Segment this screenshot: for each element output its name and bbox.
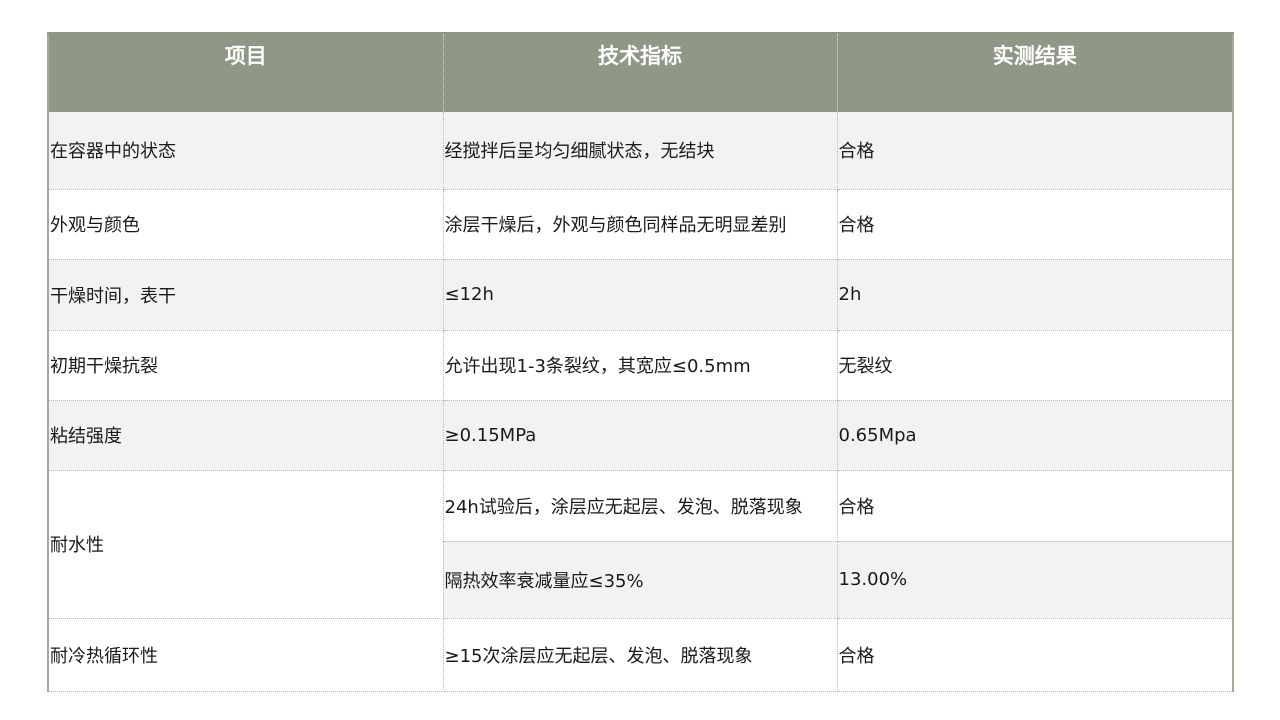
page: 项目 技术指标 实测结果 在容器中的状态 经搅拌后呈均匀细腻状态，无结块 合格 … — [0, 0, 1280, 720]
table-row: 在容器中的状态 经搅拌后呈均匀细腻状态，无结块 合格 — [48, 112, 1233, 190]
row-result: 0.65Mpa — [837, 400, 1233, 471]
row-result: 合格 — [837, 189, 1233, 260]
header-item: 项目 — [48, 32, 444, 112]
table-header-row: 项目 技术指标 实测结果 — [48, 32, 1233, 112]
table-row: 耐冷热循环性 ≥15次涂层应无起层、发泡、脱落现象 合格 — [48, 618, 1233, 692]
row-item: 初期干燥抗裂 — [48, 330, 444, 401]
row-item: 耐冷热循环性 — [48, 618, 444, 692]
row-spec: ≤12h — [443, 259, 838, 331]
row-item: 外观与颜色 — [48, 189, 444, 260]
row-spec: ≥0.15MPa — [443, 400, 838, 471]
row-spec: 涂层干燥后，外观与颜色同样品无明显差别 — [443, 189, 838, 260]
row-spec: ≥15次涂层应无起层、发泡、脱落现象 — [443, 618, 838, 692]
spec-table: 项目 技术指标 实测结果 在容器中的状态 经搅拌后呈均匀细腻状态，无结块 合格 … — [47, 32, 1234, 692]
table-row: 外观与颜色 涂层干燥后，外观与颜色同样品无明显差别 合格 — [48, 189, 1233, 260]
table-row: 初期干燥抗裂 允许出现1-3条裂纹，其宽应≤0.5mm 无裂纹 — [48, 330, 1233, 401]
table-row: 干燥时间，表干 ≤12h 2h — [48, 259, 1233, 331]
row-result: 合格 — [837, 112, 1233, 190]
row-result: 2h — [837, 259, 1233, 331]
header-result: 实测结果 — [837, 32, 1233, 112]
row-result: 无裂纹 — [837, 330, 1233, 401]
table-row: 粘结强度 ≥0.15MPa 0.65Mpa — [48, 400, 1233, 471]
row-result: 合格 — [837, 618, 1233, 692]
row-spec: 24h试验后，涂层应无起层、发泡、脱落现象 — [443, 470, 838, 542]
row-spec: 经搅拌后呈均匀细腻状态，无结块 — [443, 112, 838, 190]
row-result: 13.00% — [837, 541, 1233, 619]
row-item: 干燥时间，表干 — [48, 259, 444, 331]
header-spec: 技术指标 — [443, 32, 838, 112]
row-result: 合格 — [837, 470, 1233, 542]
row-item: 耐水性 — [48, 470, 444, 619]
row-spec: 隔热效率衰减量应≤35% — [443, 541, 838, 619]
row-spec: 允许出现1-3条裂纹，其宽应≤0.5mm — [443, 330, 838, 401]
row-item: 在容器中的状态 — [48, 112, 444, 190]
row-item: 粘结强度 — [48, 400, 444, 471]
table-row: 耐水性 24h试验后，涂层应无起层、发泡、脱落现象 合格 — [48, 470, 1233, 619]
